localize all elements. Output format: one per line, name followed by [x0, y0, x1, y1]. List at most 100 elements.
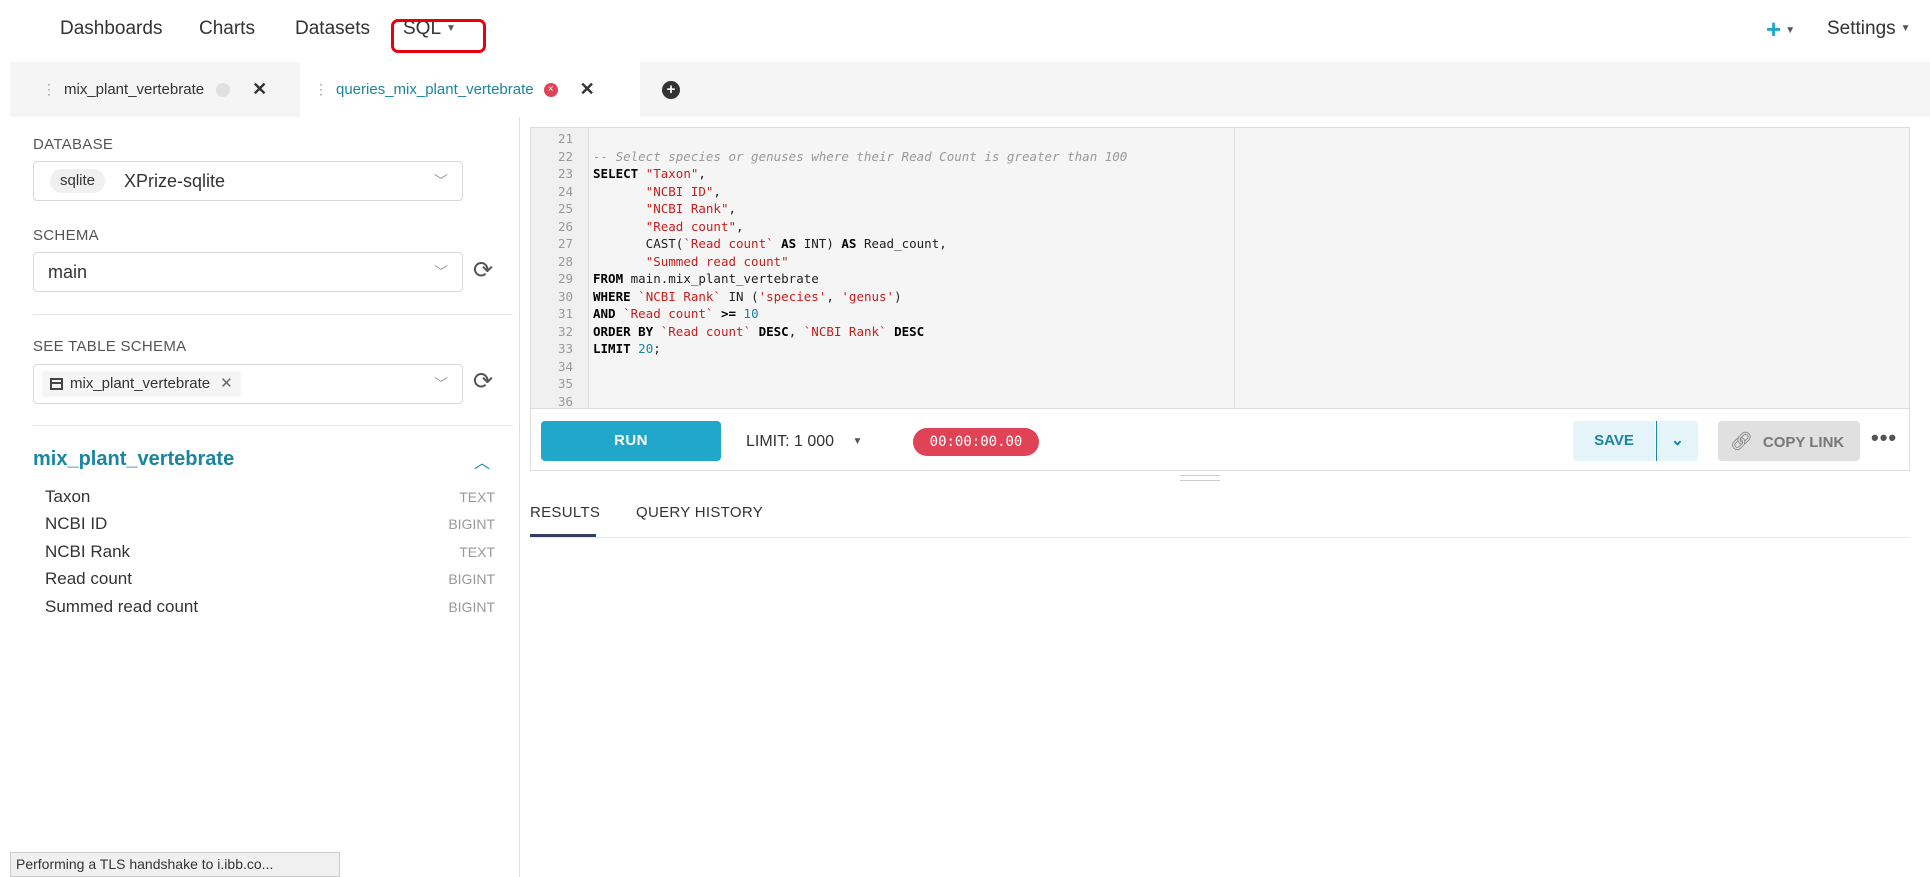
line-number: 22	[557, 148, 573, 164]
code-text: SELECT "Taxon",	[593, 166, 706, 181]
code-line[interactable]: 35	[531, 376, 1909, 394]
line-number: 27	[557, 236, 573, 251]
line-number: 33	[557, 341, 573, 356]
line-number: 21	[557, 131, 573, 146]
sql-highlight-annotation	[391, 19, 486, 53]
line-number: 24	[557, 183, 573, 199]
column-type: TEXT	[459, 544, 495, 560]
results-tab-bar: RESULTS QUERY HISTORY	[530, 490, 1910, 538]
database-select[interactable]: sqlite XPrize-sqlite ﹀	[33, 161, 463, 201]
refresh-icon[interactable]: ⟳	[473, 256, 493, 285]
column-name: Taxon	[45, 487, 91, 506]
link-icon: 🔗︎	[1730, 431, 1753, 451]
nav-charts[interactable]: Charts	[199, 18, 255, 40]
code-line[interactable]: 21	[531, 131, 1909, 149]
save-button[interactable]: SAVE	[1573, 421, 1655, 461]
code-line[interactable]: 32 ORDER BY `Read count` DESC, `NCBI Rank…	[531, 324, 1909, 342]
code-line[interactable]: 31 AND `Read count` >= 10	[531, 306, 1909, 324]
table-schema-label: SEE TABLE SCHEMA	[33, 338, 187, 355]
code-text: ORDER BY `Read count` DESC, `NCBI Rank` …	[593, 323, 925, 339]
remove-table-icon[interactable]: ✕	[220, 371, 233, 397]
new-item-button[interactable]: + ▼	[1766, 14, 1795, 45]
column-row: Summed read count BIGINT	[45, 597, 495, 624]
column-name: Read count	[45, 569, 132, 588]
left-sidebar: DATABASE sqlite XPrize-sqlite ﹀ SCHEMA m…	[10, 117, 520, 877]
active-tab-indicator	[530, 534, 596, 537]
tab-query-history[interactable]: QUERY HISTORY	[636, 504, 763, 521]
close-tab-icon[interactable]: ✕	[580, 79, 595, 100]
chevron-up-icon[interactable]: ︿	[474, 449, 490, 473]
column-name: NCBI Rank	[45, 542, 131, 561]
browser-status-bar: Performing a TLS handshake to i.ibb.co..…	[10, 852, 340, 877]
code-line[interactable]: 22 -- Select species or genuses where the…	[531, 149, 1909, 167]
column-type: BIGINT	[448, 571, 495, 587]
drag-handle-icon[interactable]: ⋮	[42, 81, 56, 98]
settings-label: Settings	[1827, 18, 1896, 39]
tab-queries-mix-plant-vertebrate[interactable]: ⋮ queries_mix_plant_vertebrate × ✕	[300, 62, 640, 117]
run-button[interactable]: RUN	[541, 421, 721, 461]
code-text: WHERE `NCBI Rank` IN ('species', 'genus'…	[593, 288, 902, 304]
code-line[interactable]: 27 CAST(`Read count` AS INT) AS Read_cou…	[531, 236, 1909, 254]
schema-select[interactable]: main ﹀	[33, 252, 463, 292]
table-select[interactable]: mix_plant_vertebrate ✕ ﹀	[33, 364, 463, 404]
table-icon	[50, 378, 63, 390]
line-number: 26	[557, 218, 573, 234]
tab-label: queries_mix_plant_vertebrate	[336, 81, 534, 98]
line-number: 28	[557, 253, 573, 269]
line-number: 36	[557, 393, 573, 409]
chevron-down-icon: ﹀	[434, 173, 448, 189]
close-tab-icon[interactable]: ✕	[252, 79, 267, 100]
column-name: NCBI ID	[45, 514, 108, 533]
query-tab-bar: ⋮ mix_plant_vertebrate ✕ ⋮ queries_mix_p…	[10, 62, 1930, 117]
line-number: 34	[557, 358, 573, 374]
code-line[interactable]: 26 "Read count",	[531, 219, 1909, 237]
code-line[interactable]: 29 FROM main.mix_plant_vertebrate	[531, 271, 1909, 289]
divider	[33, 425, 513, 426]
caret-down-icon: ▼	[1785, 25, 1796, 36]
code-text: FROM main.mix_plant_vertebrate	[593, 271, 819, 286]
code-line[interactable]: 30 WHERE `NCBI Rank` IN ('species', 'genu…	[531, 289, 1909, 307]
code-line[interactable]: 28 "Summed read count"	[531, 254, 1909, 272]
divider	[33, 314, 513, 315]
resize-handle[interactable]	[1180, 475, 1220, 481]
copy-link-button[interactable]: 🔗︎ COPY LINK	[1718, 421, 1860, 461]
code-line[interactable]: 33 LIMIT 20;	[531, 341, 1909, 359]
tab-results[interactable]: RESULTS	[530, 504, 600, 521]
table-chip-label: mix_plant_vertebrate	[70, 375, 211, 392]
query-actions-bar: RUN LIMIT: 1 000 ▼ 00:00:00.00 SAVE ⌄ 🔗︎…	[530, 409, 1910, 471]
nav-settings[interactable]: Settings ▼	[1827, 18, 1911, 40]
tab-label: mix_plant_vertebrate	[64, 81, 205, 98]
drag-handle-icon[interactable]: ⋮	[314, 81, 328, 98]
column-row: NCBI ID BIGINT	[45, 514, 495, 541]
row-limit-dropdown[interactable]: LIMIT: 1 000 ▼	[746, 433, 862, 451]
code-text: "Read count",	[645, 218, 744, 234]
nav-datasets[interactable]: Datasets	[295, 18, 370, 40]
code-text: -- Select species or genuses where their…	[593, 148, 1128, 164]
save-dropdown-chevron-icon[interactable]: ⌄	[1656, 421, 1698, 461]
query-timer: 00:00:00.00	[913, 428, 1039, 456]
chevron-down-icon: ﹀	[434, 264, 448, 280]
code-text: "Summed read count"	[645, 253, 789, 269]
refresh-icon[interactable]: ⟳	[473, 367, 493, 396]
table-schema-title[interactable]: mix_plant_vertebrate	[33, 448, 234, 471]
code-line[interactable]: 24 "NCBI ID",	[531, 184, 1909, 202]
code-text: "NCBI Rank",	[645, 201, 737, 216]
more-options-icon[interactable]: •••	[1871, 425, 1897, 451]
limit-label: LIMIT:	[746, 433, 790, 450]
line-number: 25	[557, 201, 573, 216]
database-backend-tag: sqlite	[50, 169, 106, 193]
column-row: NCBI Rank TEXT	[45, 542, 495, 569]
tab-mix-plant-vertebrate[interactable]: ⋮ mix_plant_vertebrate ✕	[42, 62, 267, 117]
nav-dashboards[interactable]: Dashboards	[60, 18, 162, 40]
error-status-icon: ×	[543, 82, 558, 97]
code-text: CAST(`Read count` AS INT) AS Read_count,	[593, 236, 947, 251]
code-text: AND `Read count` >= 10	[593, 306, 759, 321]
add-tab-icon[interactable]: +	[662, 81, 680, 99]
code-line[interactable]: 34	[531, 359, 1909, 377]
caret-down-icon: ▼	[1900, 23, 1911, 34]
code-line[interactable]: 25 "NCBI Rank",	[531, 201, 1909, 219]
code-line[interactable]: 23 SELECT "Taxon",	[531, 166, 1909, 184]
sql-editor[interactable]: 21 22 -- Select species or genuses where t…	[530, 127, 1910, 409]
selected-table-chip: mix_plant_vertebrate ✕	[42, 371, 241, 397]
schema-label: SCHEMA	[33, 227, 99, 244]
